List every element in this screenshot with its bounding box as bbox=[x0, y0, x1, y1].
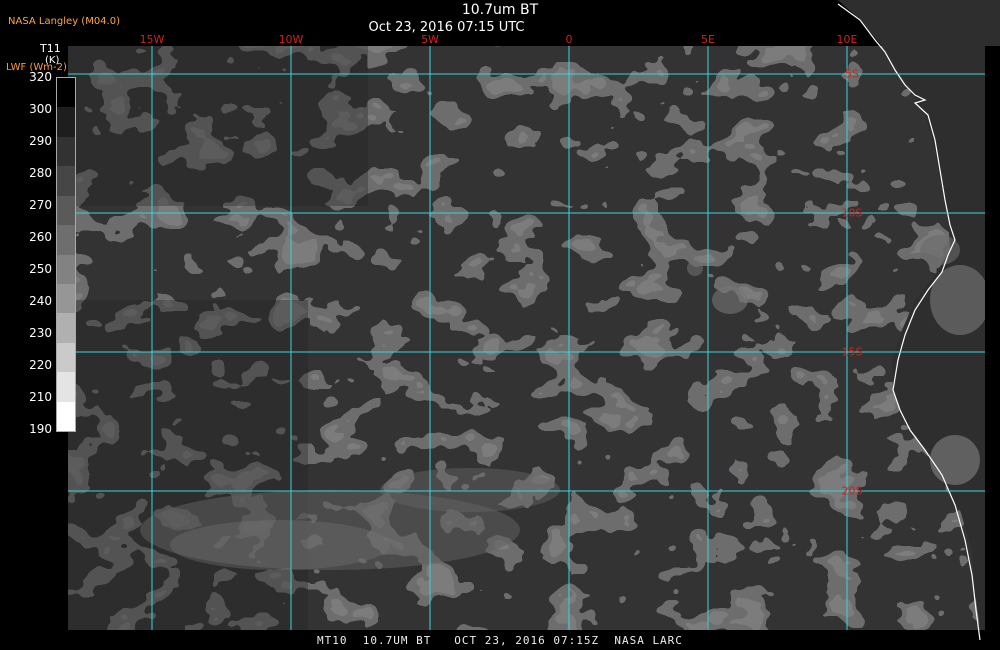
longitude-label: 0 bbox=[565, 33, 573, 46]
legend-tick-label: 210 bbox=[29, 390, 52, 404]
latitude-label: 5S bbox=[845, 67, 859, 81]
legend-color-swatch bbox=[57, 283, 75, 314]
legend-tick-label: 290 bbox=[29, 134, 52, 148]
map-canvas bbox=[0, 0, 1000, 650]
latitude-label: 10S bbox=[841, 206, 863, 220]
legend-tick-label: 190 bbox=[29, 422, 52, 436]
longitude-label: 10W bbox=[278, 33, 304, 46]
legend-tick-label: 280 bbox=[29, 166, 52, 180]
legend-tick-label: 270 bbox=[29, 198, 52, 212]
legend-color-swatch bbox=[57, 107, 75, 137]
legend-color-swatch bbox=[57, 372, 75, 402]
longitude-label: 10E bbox=[836, 33, 858, 46]
legend-tick-label: 240 bbox=[29, 294, 52, 308]
latitude-label: 20S bbox=[841, 484, 863, 498]
legend-color-swatch bbox=[57, 166, 75, 196]
longitude-label: 15W bbox=[139, 33, 165, 46]
product-title: 10.7um BT bbox=[461, 2, 539, 18]
image-edge-mask bbox=[985, 46, 1000, 650]
legend-color-swatch bbox=[57, 254, 75, 284]
legend-tick-label: 320 bbox=[29, 70, 52, 84]
legend-color-swatch bbox=[57, 78, 75, 108]
cloud-band-southwest bbox=[68, 300, 308, 630]
legend-color-swatch bbox=[57, 401, 75, 432]
legend-color-swatch bbox=[57, 313, 75, 343]
latitude-label: 15S bbox=[841, 345, 863, 359]
legend-tick-label: 220 bbox=[29, 358, 52, 372]
cloud-band-north bbox=[68, 46, 368, 206]
legend-color-swatch bbox=[57, 195, 75, 226]
legend-color-swatch bbox=[57, 136, 75, 167]
legend-variable: T11 bbox=[40, 42, 61, 55]
legend-tick-label: 300 bbox=[29, 102, 52, 116]
legend-tick-label: 260 bbox=[29, 230, 52, 244]
legend-tick-label: 230 bbox=[29, 326, 52, 340]
longitude-label: 5W bbox=[421, 33, 439, 46]
legend-color-swatch bbox=[57, 342, 75, 373]
legend-color-swatch bbox=[57, 225, 75, 255]
legend-tick-label: 250 bbox=[29, 262, 52, 276]
timestamp: Oct 23, 2016 07:15 UTC bbox=[368, 20, 525, 35]
legend-colorbar bbox=[56, 77, 76, 432]
footer-caption: MT10 10.7UM BT OCT 23, 2016 07:15Z NASA … bbox=[317, 634, 683, 647]
longitude-label: 5E bbox=[701, 33, 715, 46]
